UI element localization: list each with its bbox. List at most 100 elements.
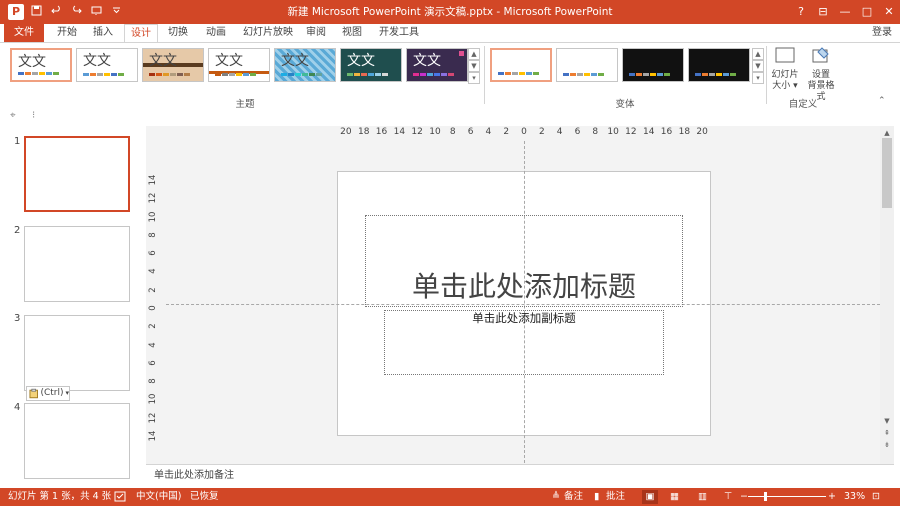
slide-size-label-2: 大小 ▾ [772,81,798,91]
zoom-level[interactable]: 33% [844,488,865,506]
theme-7[interactable]: 文文 [406,48,468,82]
ruler-tick-label: 4 [556,127,563,137]
minimize-button[interactable]: — [834,0,856,24]
slide-thumbnail-1[interactable] [24,136,130,212]
reading-view-icon[interactable]: ▥ [698,488,707,506]
theme-3[interactable]: 文文 [142,48,204,82]
next-slide-button[interactable]: ⇟ [882,440,892,450]
pane-pin-icon[interactable]: ⌖ [10,110,16,121]
gallery-more-button[interactable]: ▾ [468,72,480,84]
previous-slide-button[interactable]: ⇞ [882,428,892,438]
spell-check-icon[interactable] [114,488,126,506]
slide-size-icon [775,47,795,63]
tab-view[interactable]: 视图 [338,24,366,42]
maximize-button[interactable]: □ [856,0,878,24]
sign-in-link[interactable]: 登录 [872,24,892,42]
theme-6[interactable]: 文文 [340,48,402,82]
slide-thumbnail-3[interactable] [24,315,130,391]
ruler-tick-label: 14 [393,127,406,137]
theme-sample-text: 文文 [18,54,46,70]
slide-size-label-1: 幻灯片 [771,70,799,80]
zoom-in-button[interactable]: + [828,488,836,506]
tab-design[interactable]: 设计 [124,24,158,43]
slide-thumbnail-4[interactable] [24,403,130,479]
tab-transitions[interactable]: 切换 [162,24,194,42]
fit-slide-to-window-icon[interactable]: ⊡ [872,488,880,506]
ruler-tick-label: 10 [429,127,441,137]
recovered-status: 已恢复 [190,491,219,502]
variant-more-button[interactable]: ▾ [752,72,764,84]
theme-color-bar [149,73,190,76]
ruler-tick-label: 14 [148,430,158,442]
tab-slideshow[interactable]: 幻灯片放映 [240,24,296,42]
close-button[interactable]: ✕ [878,0,900,24]
variant-2[interactable] [556,48,618,82]
theme-4[interactable]: 文文 [208,48,270,82]
group-separator [766,46,767,104]
ribbon-display-options-button[interactable]: ⊟ [812,0,834,24]
theme-sample-text: 文文 [347,53,375,69]
gallery-scroll-down-button[interactable]: ▼ [468,60,480,72]
format-background-label-1: 设置 [811,70,830,80]
ruler-tick-label: 6 [148,250,158,256]
ruler-tick-label: 20 [696,127,708,137]
chevron-down-icon: ▾ [65,389,69,397]
paste-options-button[interactable]: (Ctrl) ▾ [26,386,70,401]
theme-color-bar [413,73,454,76]
variant-scroll-up-button[interactable]: ▲ [752,48,764,60]
slide-sorter-view-icon[interactable]: ▦ [670,488,679,506]
gallery-scroll-up-button[interactable]: ▲ [468,48,480,60]
variant-4[interactable] [688,48,750,82]
slide-number: 4 [14,402,21,413]
slide-count-status: 幻灯片 第 1 张，共 4 张 [8,491,112,502]
horizontal-ruler[interactable]: 20 18 16 14 12 10 8 6 4 2 0 2 4 6 8 10 12 14 16 18 20 [337,126,711,138]
notes-pane[interactable] [146,464,894,489]
normal-view-icon[interactable]: ▣ [642,490,658,504]
scroll-down-button[interactable]: ▼ [882,416,892,426]
theme-sample-text: 文文 [215,53,243,69]
slide-thumbnail-2[interactable] [24,226,130,302]
variant-1[interactable] [490,48,552,82]
zoom-slider-thumb[interactable] [764,492,767,501]
ruler-tick-label: 2 [148,287,158,293]
language-status[interactable]: 中文(中国) [136,488,181,506]
collapse-ribbon-icon[interactable]: ⌃ [878,96,886,106]
ruler-tick-label: 4 [148,341,158,348]
scroll-up-button[interactable]: ▲ [882,128,892,138]
notes-icon[interactable]: ≜ [552,488,560,506]
tab-animations[interactable]: 动画 [200,24,232,42]
comments-button[interactable]: 批注 [606,488,625,506]
notes-button[interactable]: 备注 [564,488,583,506]
slideshow-view-icon[interactable]: ⊤ [724,488,732,506]
zoom-out-button[interactable]: − [740,488,748,506]
ribbon-tab-bar: 文件 开始 插入 设计 切换 动画 幻灯片放映 审阅 视图 开发工具 登录 [0,24,900,43]
ruler-tick-label: 18 [678,127,691,137]
theme-5[interactable]: 文文 [274,48,336,82]
ruler-tick-label: 8 [449,127,456,137]
tab-home[interactable]: 开始 [52,24,82,42]
theme-office[interactable]: 文文 [10,48,72,82]
vertical-ruler[interactable]: 14 12 10 8 6 4 2 0 2 4 6 8 10 12 14 [146,171,160,442]
help-button[interactable]: ? [790,0,812,24]
comments-icon[interactable]: ▮ [594,488,599,506]
title-placeholder-text: 单击此处添加标题 [411,270,636,303]
ruler-tick-label: 12 [148,192,158,204]
format-background-button[interactable]: 设置 背景格式 [804,46,838,103]
variant-3[interactable] [622,48,684,82]
scrollbar-thumb[interactable] [882,138,892,208]
ruler-tick-label: 8 [148,232,158,238]
ruler-tick-label: 18 [357,127,370,137]
slide-size-button[interactable]: 幻灯片 大小 ▾ [768,46,802,92]
variant-scroll-down-button[interactable]: ▼ [752,60,764,72]
clipboard-icon [29,388,38,399]
subtitle-placeholder-text: 单击此处添加副标题 [472,311,576,325]
theme-2[interactable]: 文文 [76,48,138,82]
ruler-tick-label: 12 [411,127,423,137]
zoom-slider-track[interactable] [748,496,826,497]
tab-review[interactable]: 审阅 [302,24,330,42]
window-title: 新建 Microsoft PowerPoint 演示文稿.pptx - Micr… [287,6,613,18]
tab-file[interactable]: 文件 [4,24,44,42]
pane-menu-icon[interactable]: ⁝ [32,110,35,121]
tab-developer[interactable]: 开发工具 [376,24,422,42]
tab-insert[interactable]: 插入 [88,24,118,42]
